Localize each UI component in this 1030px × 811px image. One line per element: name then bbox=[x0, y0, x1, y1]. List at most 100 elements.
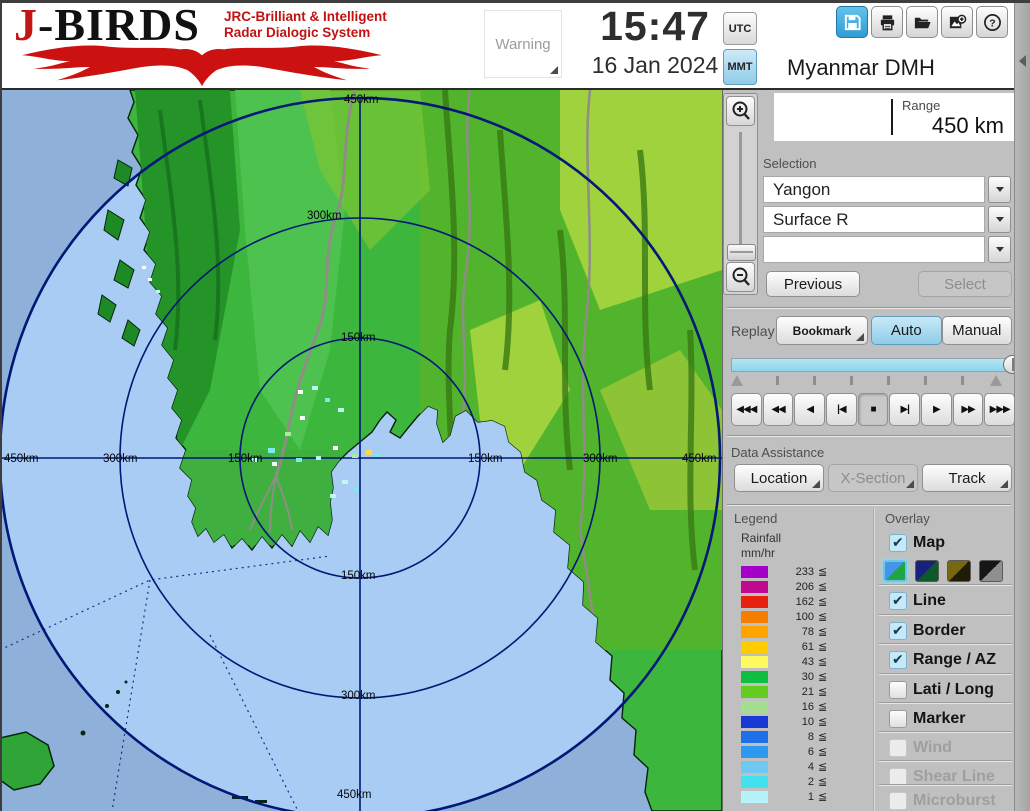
previous-button[interactable]: Previous bbox=[766, 271, 860, 297]
x-section-button[interactable]: X-Section bbox=[828, 464, 918, 492]
window-frame bbox=[0, 0, 1030, 3]
site-dropdown: Yangon bbox=[763, 176, 1011, 203]
legend-row: 78≦ bbox=[741, 624, 827, 639]
timeline-end-marker[interactable] bbox=[990, 375, 1002, 386]
map-checkbox[interactable] bbox=[889, 534, 907, 552]
range-display: Range 450 km bbox=[774, 93, 1014, 141]
legend-comparator: ≦ bbox=[818, 700, 827, 713]
overlay-label: Marker bbox=[913, 710, 965, 728]
legend-value: 6 bbox=[768, 746, 814, 758]
wind-checkbox bbox=[889, 739, 907, 757]
site-dropdown-button[interactable] bbox=[988, 176, 1011, 203]
replay-timeline-slider[interactable] bbox=[731, 358, 1014, 372]
legend-color-swatch bbox=[741, 716, 768, 728]
divider bbox=[873, 508, 874, 811]
select-button[interactable]: Select bbox=[918, 271, 1012, 297]
range-label: Range bbox=[902, 98, 940, 113]
rewind-fast-button[interactable]: ◀◀◀ bbox=[731, 393, 762, 426]
bookmark-button[interactable]: Bookmark bbox=[776, 316, 868, 345]
map-style-navy-darkgreen-swatch[interactable] bbox=[915, 560, 939, 582]
legend-comparator: ≦ bbox=[818, 715, 827, 728]
selection-dropdowns: Yangon Surface R bbox=[763, 176, 1011, 266]
product-dropdown-value[interactable]: Surface R bbox=[763, 206, 985, 233]
line-checkbox[interactable] bbox=[889, 592, 907, 610]
legend-value: 8 bbox=[768, 731, 814, 743]
clock-time: 15:47 bbox=[566, 2, 744, 50]
rewind-button[interactable]: ◀◀ bbox=[763, 393, 794, 426]
legend-color-swatch bbox=[741, 611, 768, 623]
map-style-black-gray-swatch[interactable] bbox=[979, 560, 1003, 582]
legend-value: 2 bbox=[768, 776, 814, 788]
map-style-blue-green-swatch[interactable] bbox=[883, 560, 907, 582]
marker-checkbox[interactable] bbox=[889, 710, 907, 728]
legend-title: Legend bbox=[734, 511, 777, 526]
zoom-out-button[interactable] bbox=[726, 262, 755, 292]
zoom-in-button[interactable] bbox=[726, 96, 755, 126]
range-ring-label: 450km bbox=[344, 94, 379, 106]
legend-scale: 233≦206≦162≦100≦78≦61≦43≦30≦21≦16≦10≦8≦6… bbox=[741, 564, 827, 804]
step-forward-button[interactable]: ▶| bbox=[889, 393, 920, 426]
legend-comparator: ≦ bbox=[818, 760, 827, 773]
track-button[interactable]: Track bbox=[922, 464, 1012, 492]
play-button[interactable]: ▶ bbox=[921, 393, 952, 426]
extra-dropdown-button[interactable] bbox=[988, 236, 1011, 263]
logo-title-j: J bbox=[14, 0, 38, 50]
legend-comparator: ≦ bbox=[818, 790, 827, 803]
overlay-options: MapLineBorderRange / AZLati / LongMarker… bbox=[879, 531, 1013, 811]
microburst-checkbox bbox=[889, 792, 907, 810]
legend-row: 100≦ bbox=[741, 609, 827, 624]
play-back-button[interactable]: ◀ bbox=[794, 393, 825, 426]
question-icon: ? bbox=[983, 13, 1002, 32]
legend-comparator: ≦ bbox=[818, 745, 827, 758]
step-back-button[interactable]: |◀ bbox=[826, 393, 857, 426]
extra-dropdown-value[interactable] bbox=[763, 236, 985, 263]
legend-comparator: ≦ bbox=[818, 640, 827, 653]
legend-row: 6≦ bbox=[741, 744, 827, 759]
legend-color-swatch bbox=[741, 701, 768, 713]
legend-color-swatch bbox=[741, 746, 768, 758]
timeline-start-marker[interactable] bbox=[731, 375, 743, 386]
radar-map[interactable]: 450km 300km 150km 150km 300km 450km 450k… bbox=[0, 90, 722, 811]
border-checkbox[interactable] bbox=[889, 622, 907, 640]
zoom-slider-handle[interactable] bbox=[727, 244, 756, 261]
location-button[interactable]: Location bbox=[734, 464, 824, 492]
divider bbox=[727, 307, 1011, 308]
timezone-mmt-button[interactable]: MMT bbox=[723, 49, 757, 85]
jbirds-logo: J-BIRDS JRC-Brilliant & Intelligent Rada… bbox=[8, 3, 400, 87]
warning-button[interactable]: Warning bbox=[484, 10, 562, 78]
selection-label: Selection bbox=[763, 156, 816, 171]
timezone-utc-button[interactable]: UTC bbox=[723, 12, 757, 45]
range-ring-label: 450km bbox=[682, 453, 717, 465]
map-style-olive-dark-swatch[interactable] bbox=[947, 560, 971, 582]
replay-mode-manual-button[interactable]: Manual bbox=[942, 316, 1013, 345]
timeline-ticks bbox=[731, 374, 1014, 388]
header-bar: J-BIRDS JRC-Brilliant & Intelligent Rada… bbox=[0, 0, 1030, 90]
snapshot-button[interactable] bbox=[941, 6, 973, 38]
open-button[interactable] bbox=[906, 6, 938, 38]
legend-comparator: ≦ bbox=[818, 655, 827, 668]
panel-collapse-handle[interactable] bbox=[1014, 0, 1030, 811]
zoom-slider-track[interactable] bbox=[739, 132, 742, 258]
eagle-icon bbox=[12, 45, 392, 89]
help-button[interactable]: ? bbox=[976, 6, 1008, 38]
product-dropdown: Surface R bbox=[763, 206, 1011, 233]
print-button[interactable] bbox=[871, 6, 903, 38]
product-dropdown-button[interactable] bbox=[988, 206, 1011, 233]
forward-button[interactable]: ▶▶ bbox=[953, 393, 984, 426]
replay-mode-auto-button[interactable]: Auto bbox=[871, 316, 942, 345]
legend-color-swatch bbox=[741, 566, 768, 578]
divider bbox=[727, 435, 1011, 436]
site-dropdown-value[interactable]: Yangon bbox=[763, 176, 985, 203]
divider bbox=[879, 643, 1012, 644]
legend-value: 10 bbox=[768, 716, 814, 728]
range-ring-label: 300km bbox=[583, 453, 618, 465]
range-az-checkbox[interactable] bbox=[889, 651, 907, 669]
collapse-arrow-icon bbox=[1019, 55, 1026, 67]
lati-long-checkbox[interactable] bbox=[889, 681, 907, 699]
legend-row: 61≦ bbox=[741, 639, 827, 654]
stop-button[interactable]: ■ bbox=[858, 393, 889, 426]
save-button[interactable] bbox=[836, 6, 868, 38]
forward-fast-button[interactable]: ▶▶▶ bbox=[984, 393, 1015, 426]
overlay-label: Line bbox=[913, 592, 946, 610]
legend-value: 233 bbox=[768, 566, 814, 578]
